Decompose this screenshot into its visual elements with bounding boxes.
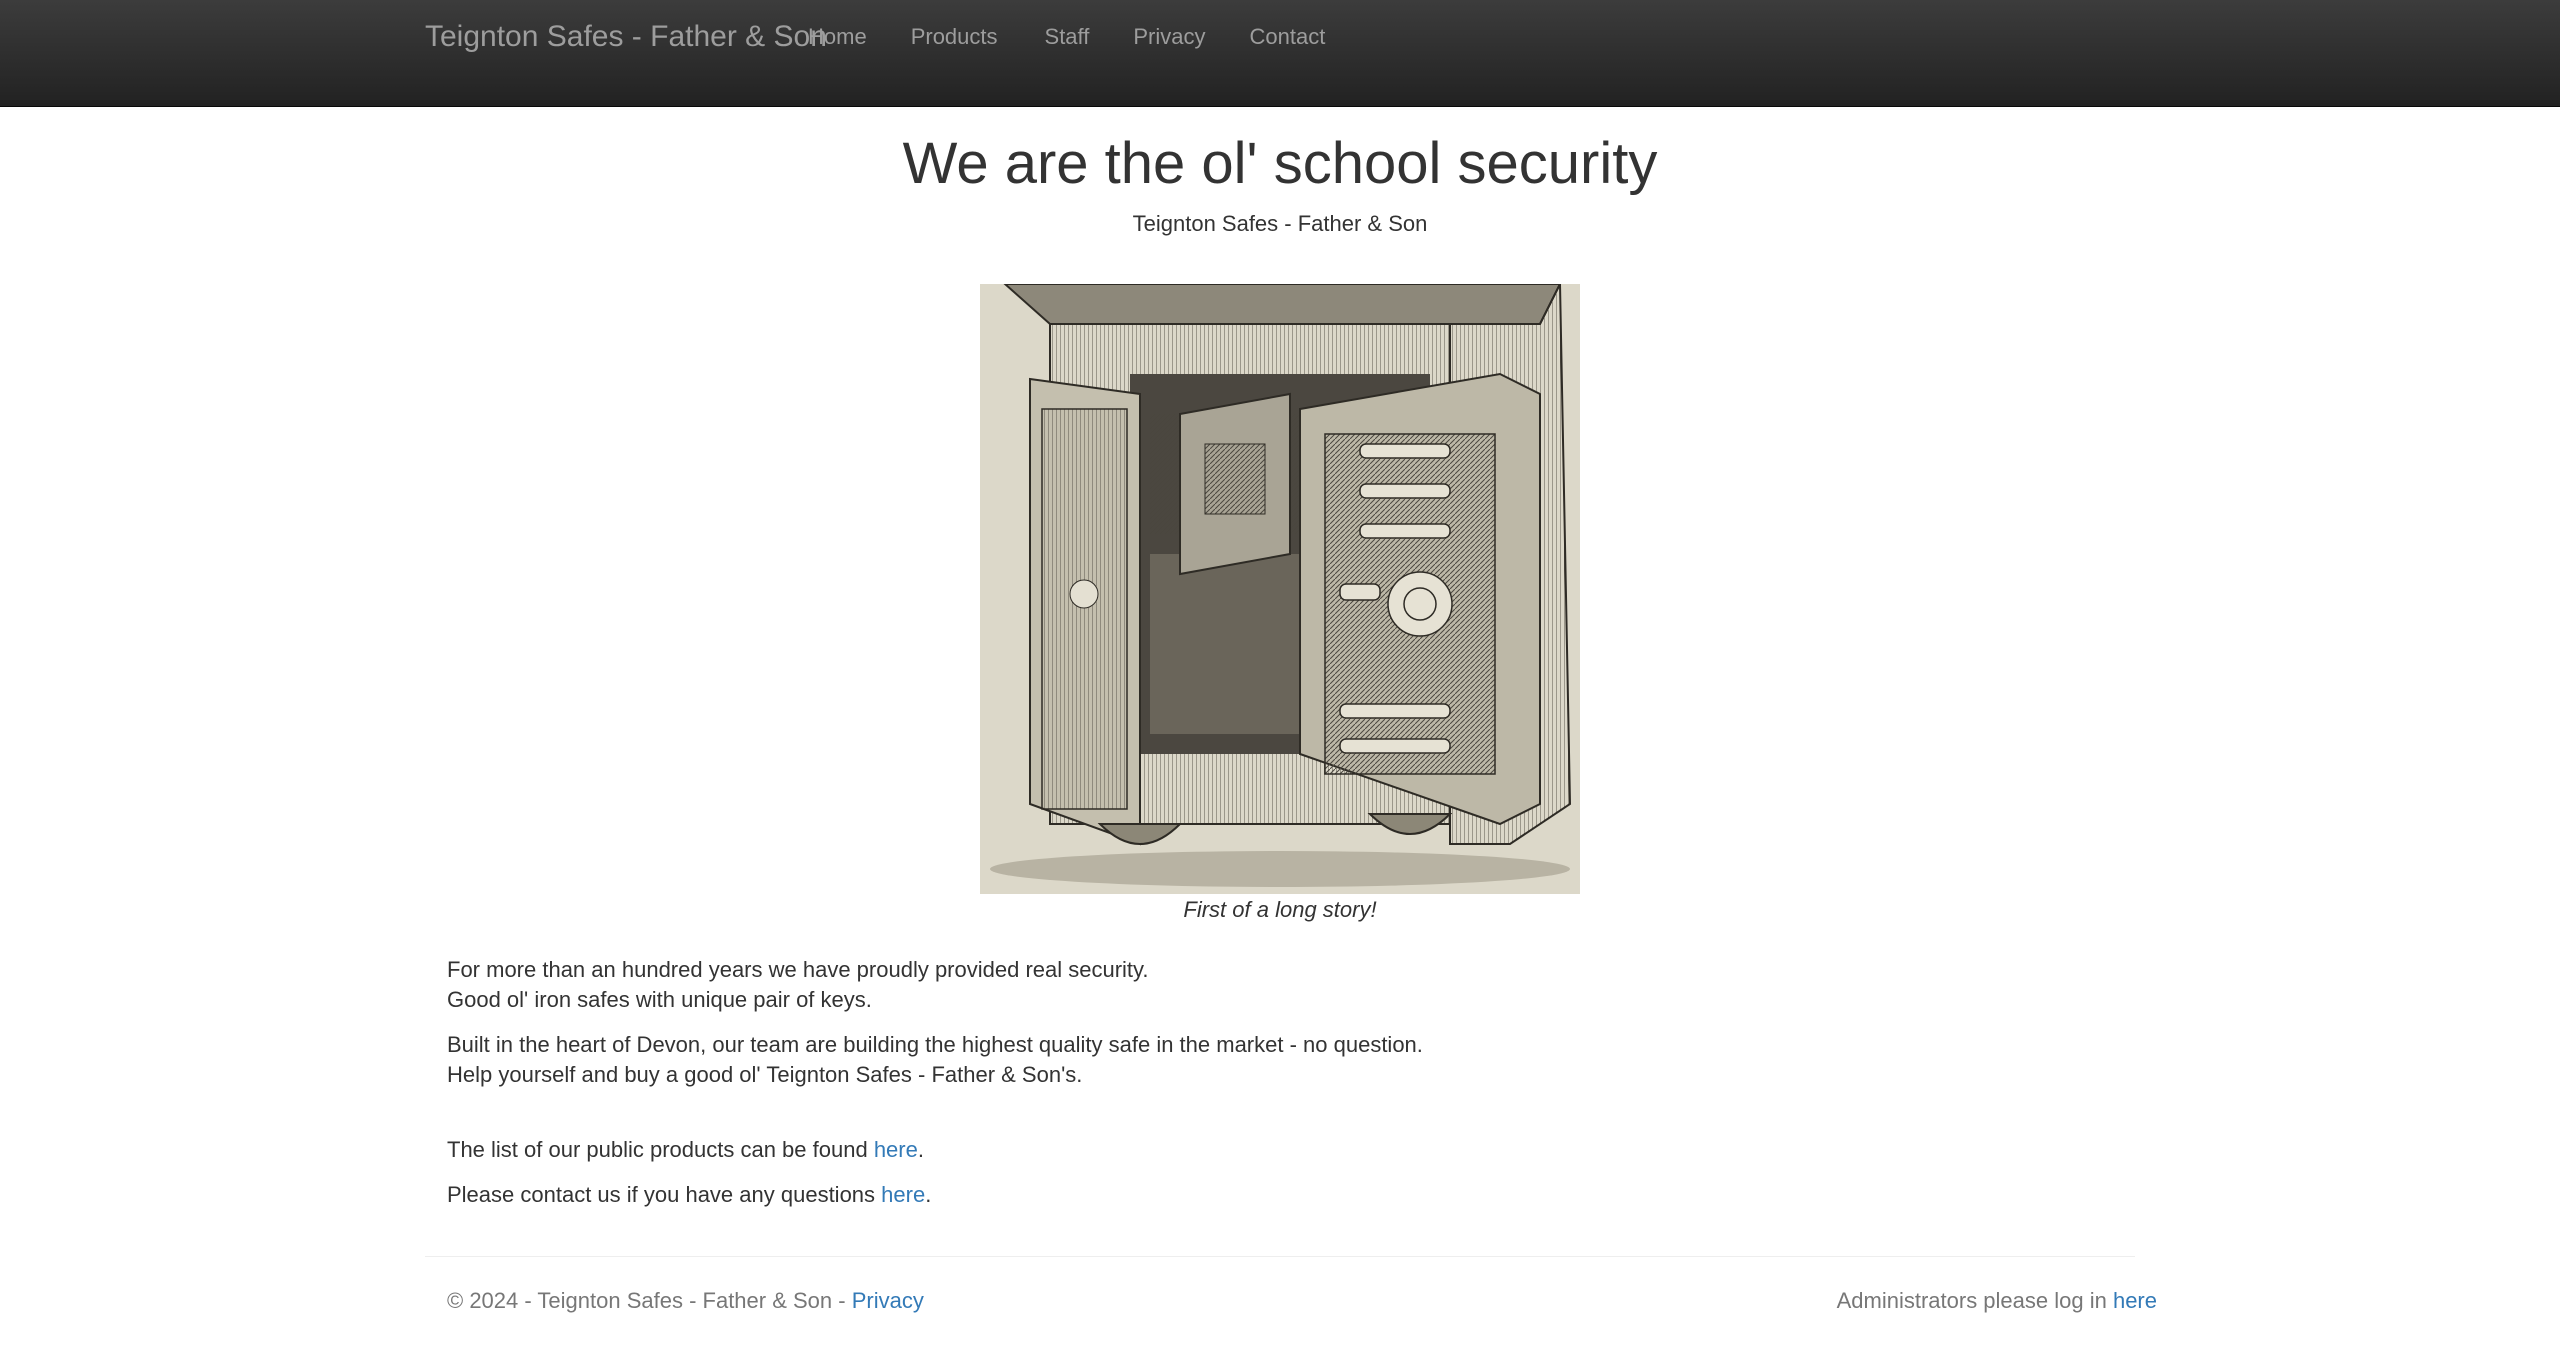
- nav-menu: Home Products Staff Privacy Contact: [808, 22, 1369, 56]
- contact-text: Please contact us if you have any questi…: [447, 1182, 882, 1207]
- nav-item-contact[interactable]: Contact: [1250, 22, 1326, 56]
- safe-illustration: [980, 284, 1580, 894]
- footer-divider: [425, 1256, 2135, 1257]
- nav-item-privacy[interactable]: Privacy: [1133, 22, 1205, 56]
- intro-line: Good ol' iron safes with unique pair of …: [447, 987, 872, 1012]
- nav-item-products[interactable]: Products: [911, 22, 998, 56]
- intro-line: Built in the heart of Devon, our team ar…: [447, 1032, 1423, 1057]
- brand-link[interactable]: Teignton Safes - Father & Son: [425, 20, 827, 54]
- products-link[interactable]: here: [874, 1137, 918, 1162]
- copyright-text: © 2024 - Teignton Safes - Father & Son -: [447, 1288, 852, 1313]
- intro-line: For more than an hundred years we have p…: [447, 957, 1149, 982]
- products-text: The list of our public products can be f…: [447, 1137, 874, 1162]
- products-paragraph: The list of our public products can be f…: [447, 1135, 924, 1165]
- top-navbar: Teignton Safes - Father & Son Home Produ…: [0, 0, 2560, 107]
- contact-end: .: [925, 1182, 932, 1207]
- intro-line: Help yourself and buy a good ol' Teignto…: [447, 1062, 1083, 1087]
- admin-text: Administrators please log in: [1836, 1288, 2113, 1313]
- page-subtitle: Teignton Safes - Father & Son: [1132, 211, 1428, 236]
- products-end: .: [917, 1137, 924, 1162]
- intro-paragraph-2: Built in the heart of Devon, our team ar…: [447, 1030, 1423, 1090]
- contact-paragraph: Please contact us if you have any questi…: [447, 1180, 931, 1210]
- image-caption: First of a long story!: [1183, 897, 1377, 922]
- nav-item-staff[interactable]: Staff: [1045, 22, 1090, 56]
- contact-link[interactable]: here: [881, 1182, 925, 1207]
- footer-copyright: © 2024 - Teignton Safes - Father & Son -…: [447, 1286, 924, 1316]
- footer-privacy-link[interactable]: Privacy: [852, 1288, 924, 1313]
- page-title: We are the ol' school security: [902, 131, 1658, 196]
- footer-admin-login: Administrators please log in here: [1837, 1286, 2157, 1316]
- intro-paragraph-1: For more than an hundred years we have p…: [447, 955, 1149, 1015]
- admin-login-link[interactable]: here: [2113, 1288, 2157, 1313]
- nav-item-home[interactable]: Home: [808, 22, 867, 56]
